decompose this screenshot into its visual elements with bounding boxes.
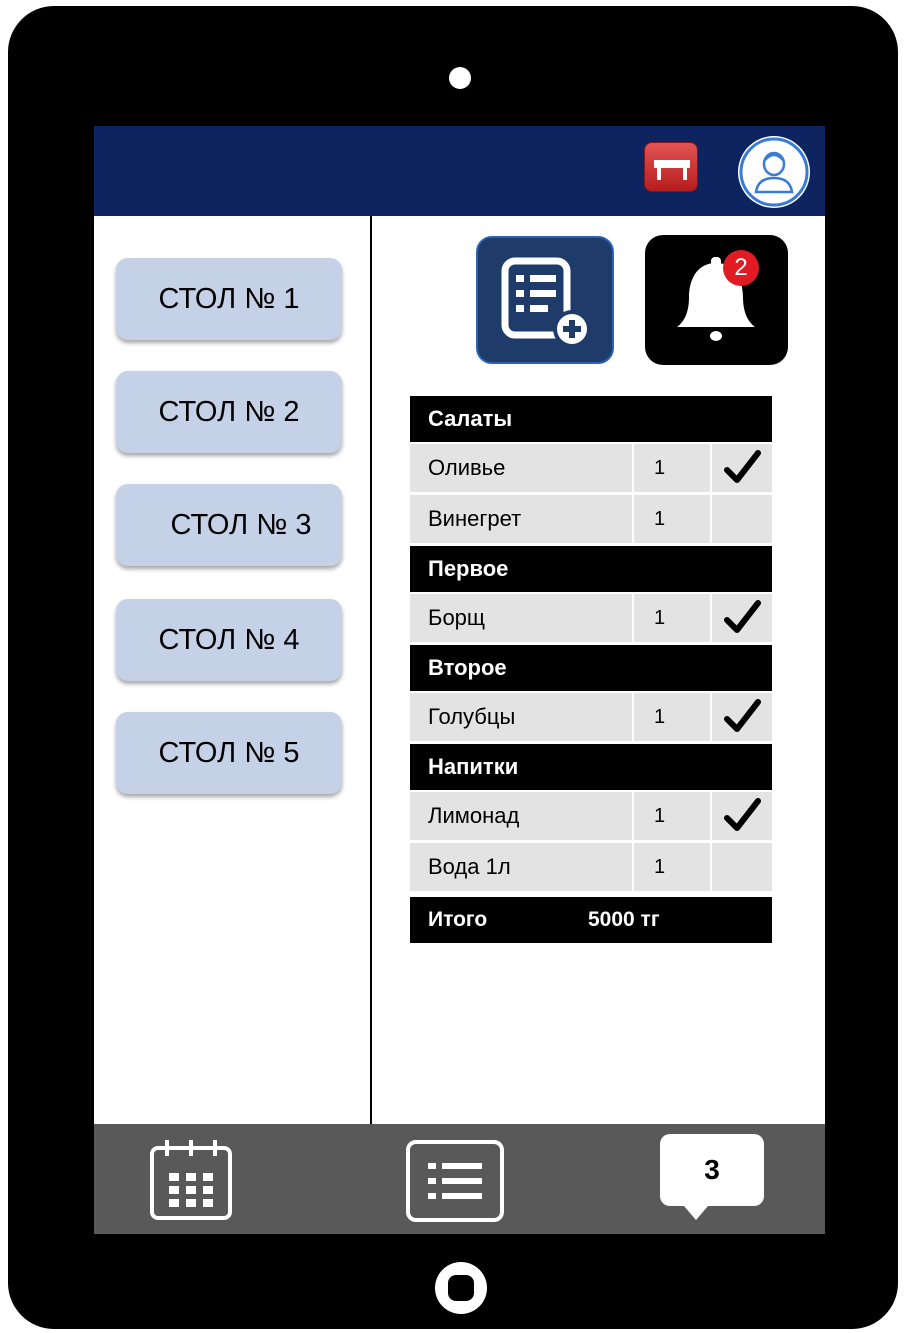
category-row: Первое — [410, 546, 772, 592]
checkmark-icon — [724, 699, 761, 732]
notifications-button[interactable] — [645, 235, 788, 365]
order-item-row[interactable]: Голубцы 1 — [410, 693, 772, 741]
table-label: СТОЛ № 3 — [170, 508, 312, 541]
item-name: Голубцы — [410, 693, 632, 741]
total-label: Итого — [428, 908, 488, 931]
category-row: Напитки — [410, 744, 772, 790]
calendar-icon — [150, 1140, 232, 1220]
order-item-row[interactable]: Лимонад 1 — [410, 792, 772, 840]
checkmark-icon — [724, 450, 761, 483]
bottom-nav: 3 — [94, 1124, 825, 1234]
checkmark-icon — [724, 798, 761, 831]
list-icon — [406, 1140, 504, 1222]
item-name: Вода 1л — [410, 843, 632, 891]
served-check[interactable] — [712, 693, 772, 741]
item-qty: 1 — [634, 693, 710, 741]
item-qty: 1 — [634, 792, 710, 840]
item-qty: 1 — [634, 594, 710, 642]
user-icon — [739, 137, 809, 207]
table-button-3[interactable]: СТОЛ № 3 — [116, 484, 342, 566]
served-check[interactable] — [712, 495, 772, 543]
order-table: Салаты Оливье 1 Винегрет 1 Первое Борщ 1… — [410, 396, 772, 943]
order-item-row[interactable]: Борщ 1 — [410, 594, 772, 642]
category-row: Второе — [410, 645, 772, 691]
served-check[interactable] — [712, 444, 772, 492]
total-row: Итого 5000 тг — [410, 897, 772, 943]
table-label: СТОЛ № 5 — [158, 736, 300, 769]
panel-divider — [370, 216, 372, 1142]
item-name: Оливье — [410, 444, 632, 492]
served-check[interactable] — [712, 594, 772, 642]
messages-button[interactable]: 3 — [660, 1134, 764, 1222]
item-qty: 1 — [634, 495, 710, 543]
message-count: 3 — [704, 1154, 720, 1185]
table-button-4[interactable]: СТОЛ № 4 — [116, 599, 342, 681]
checkmark-icon — [724, 600, 761, 633]
item-name: Лимонад — [410, 792, 632, 840]
table-button-2[interactable]: СТОЛ № 2 — [116, 371, 342, 453]
table-label: СТОЛ № 1 — [158, 282, 300, 315]
camera-dot — [449, 67, 471, 89]
item-qty: 1 — [634, 444, 710, 492]
item-name: Винегрет — [410, 495, 632, 543]
tables-button[interactable] — [644, 142, 698, 192]
new-order-button[interactable] — [476, 236, 614, 364]
served-check[interactable] — [712, 792, 772, 840]
total-value: 5000 тг — [588, 908, 660, 931]
table-label: СТОЛ № 2 — [158, 395, 300, 428]
orders-list-button[interactable] — [406, 1138, 504, 1222]
calendar-button[interactable] — [149, 1138, 233, 1222]
served-check[interactable] — [712, 843, 772, 891]
table-button-5[interactable]: СТОЛ № 5 — [116, 712, 342, 794]
bell-icon — [677, 257, 755, 341]
home-button[interactable] — [435, 1262, 487, 1314]
table-label: СТОЛ № 4 — [158, 623, 300, 656]
add-list-icon — [501, 257, 591, 348]
table-button-1[interactable]: СТОЛ № 1 — [116, 258, 342, 340]
item-qty: 1 — [634, 843, 710, 891]
category-row: Салаты — [410, 396, 772, 442]
item-name: Борщ — [410, 594, 632, 642]
top-bar — [94, 126, 825, 216]
table-icon — [654, 160, 690, 180]
profile-button[interactable] — [738, 136, 810, 208]
order-item-row[interactable]: Вода 1л 1 — [410, 843, 772, 891]
app-screen: СТОЛ № 1 СТОЛ № 2 СТОЛ № 3 СТОЛ № 4 СТОЛ… — [94, 126, 825, 1234]
notification-count-badge: 2 — [723, 250, 759, 286]
order-item-row[interactable]: Оливье 1 — [410, 444, 772, 492]
order-item-row[interactable]: Винегрет 1 — [410, 495, 772, 543]
